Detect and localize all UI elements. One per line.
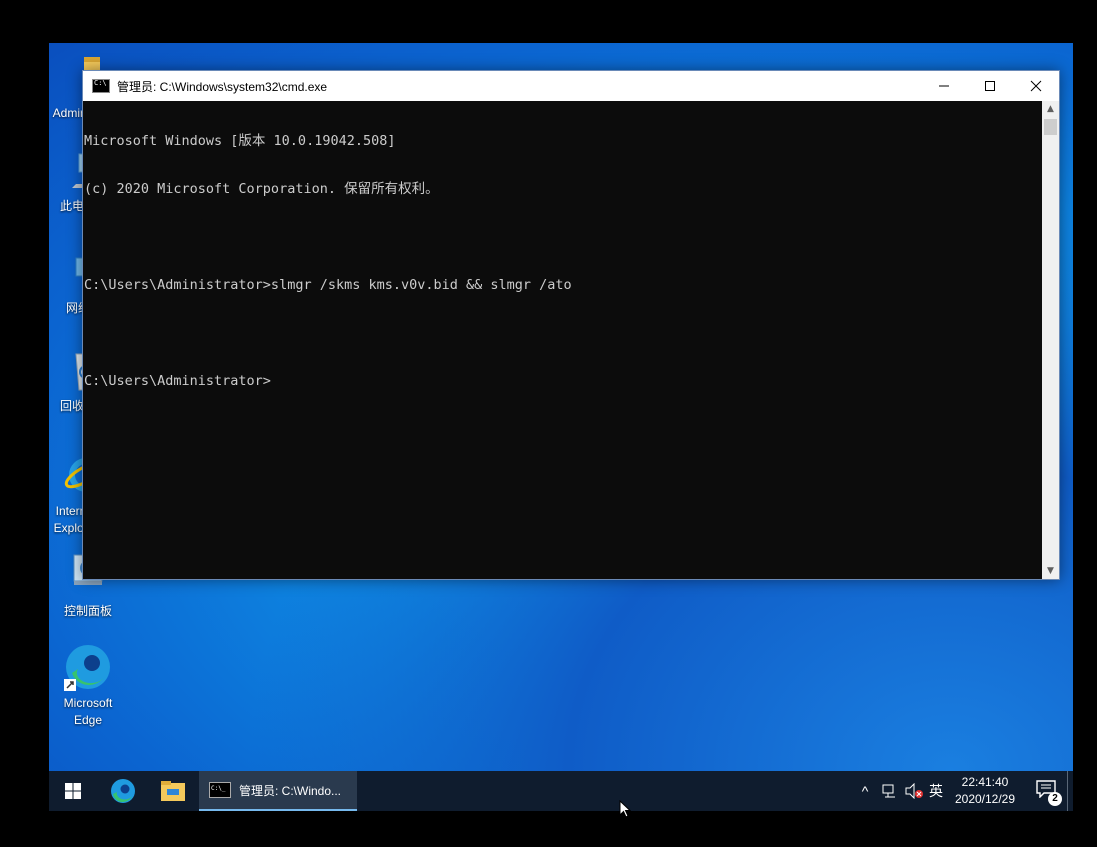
folder-icon: [161, 781, 185, 801]
window-title: 管理员: C:\Windows\system32\cmd.exe: [117, 79, 328, 94]
taskbar-cmd-label: 管理员: C:\Windo...: [239, 783, 342, 798]
scroll-thumb[interactable]: [1044, 119, 1057, 135]
close-icon: [1030, 80, 1042, 92]
minimize-icon: [939, 85, 949, 87]
desktop-icon-edge[interactable]: Microsoft Edge: [49, 643, 127, 729]
cmd-window[interactable]: 管理员: C:\Windows\system32\cmd.exe Microso…: [82, 70, 1060, 580]
cmd-icon: [92, 79, 110, 93]
action-center-button[interactable]: 2: [1025, 771, 1069, 811]
show-desktop-button[interactable]: [1067, 771, 1074, 811]
network-status-icon: [882, 784, 895, 798]
maximize-icon: [985, 81, 995, 91]
edge-icon: [111, 779, 135, 803]
mouse-cursor-icon: [619, 800, 631, 818]
start-button[interactable]: [49, 771, 97, 811]
network-tray-button[interactable]: [878, 771, 902, 811]
minimize-button[interactable]: [921, 71, 967, 101]
chevron-up-icon: ^: [861, 783, 869, 799]
svg-text:C:\_: C:\_: [211, 785, 226, 792]
ime-label: 英: [929, 783, 943, 799]
clock-time: 22:41:40: [961, 775, 1009, 789]
cmd-icon: C:\_: [209, 782, 231, 798]
console-line: (c) 2020 Microsoft Corporation. 保留所有权利。: [84, 181, 439, 197]
volume-muted-icon: [905, 783, 923, 799]
clock-date: 2020/12/29: [954, 792, 1016, 806]
maximize-button[interactable]: [967, 71, 1013, 101]
scroll-down-icon[interactable]: ▼: [1042, 563, 1059, 579]
clock[interactable]: 22:41:40 2020/12/29: [945, 771, 1025, 811]
console-line: C:\Users\Administrator>: [84, 373, 271, 389]
ime-indicator[interactable]: 英: [925, 771, 947, 811]
show-hidden-icons-button[interactable]: ^: [853, 771, 877, 811]
console-line: Microsoft Windows [版本 10.0.19042.508]: [84, 133, 396, 149]
taskbar-file-explorer-button[interactable]: [149, 771, 197, 811]
windows-logo-icon: [65, 783, 81, 799]
console-output[interactable]: Microsoft Windows [版本 10.0.19042.508] (c…: [83, 101, 1042, 579]
title-bar[interactable]: 管理员: C:\Windows\system32\cmd.exe: [83, 71, 1059, 101]
taskbar-cmd-button[interactable]: C:\_ 管理员: C:\Windo...: [199, 771, 357, 811]
notification-badge: 2: [1048, 792, 1062, 806]
volume-tray-button[interactable]: [902, 771, 926, 811]
scroll-up-icon[interactable]: ▲: [1042, 101, 1059, 117]
vertical-scrollbar[interactable]: ▲ ▼: [1042, 101, 1059, 579]
taskbar-edge-button[interactable]: [99, 771, 147, 811]
taskbar: C:\_ 管理员: C:\Windo... ^ 英 22:41:40 2020/…: [49, 771, 1073, 811]
close-button[interactable]: [1013, 71, 1059, 101]
edge-icon: [64, 643, 112, 691]
console-line: C:\Users\Administrator>slmgr /skms kms.v…: [84, 277, 572, 293]
